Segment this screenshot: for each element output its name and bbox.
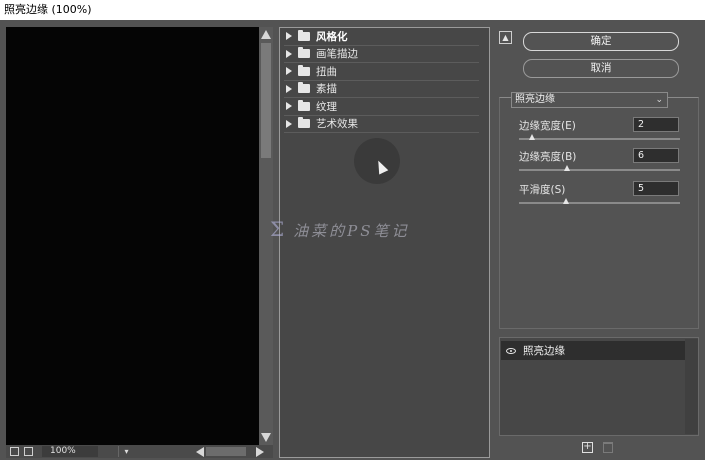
expand-triangle-icon[interactable] xyxy=(286,102,292,111)
ok-button[interactable]: 确定 xyxy=(523,32,679,51)
param-slider-thumb[interactable] xyxy=(564,165,571,171)
param-label: 平滑度(S) xyxy=(519,184,566,196)
gallery-category[interactable]: 纹理 xyxy=(284,98,479,116)
gallery-category-label: 画笔描边 xyxy=(316,48,358,61)
new-effect-layer-icon[interactable]: + xyxy=(582,442,593,453)
folder-icon xyxy=(298,47,310,59)
chevron-down-icon: ⌄ xyxy=(655,95,663,105)
watermark-text: 油菜的PS笔记 xyxy=(293,222,410,240)
cancel-button[interactable]: 取消 xyxy=(523,59,679,78)
filter-select[interactable]: 照亮边缘 ⌄ xyxy=(511,92,668,108)
gallery-category-label: 风格化 xyxy=(316,30,348,43)
scroll-thumb[interactable] xyxy=(261,43,271,158)
expand-triangle-icon[interactable] xyxy=(286,119,292,128)
effect-layer-row[interactable]: 照亮边缘 xyxy=(501,341,685,360)
collapse-gallery-button[interactable]: ▲ xyxy=(499,31,512,44)
param-value-input[interactable]: 2 xyxy=(633,117,679,132)
gallery-category-label: 扭曲 xyxy=(316,65,337,78)
folder-icon xyxy=(298,117,310,129)
folder-icon xyxy=(298,29,310,41)
scroll-up-icon[interactable] xyxy=(261,30,271,39)
chevron-down-icon[interactable]: ▾ xyxy=(118,446,134,457)
window-title: 照亮边缘 (100%) xyxy=(0,0,705,20)
gallery-category-label: 艺术效果 xyxy=(316,118,358,131)
param-slider-track[interactable] xyxy=(519,138,680,140)
scroll-left-icon[interactable] xyxy=(196,447,204,457)
expand-triangle-icon[interactable] xyxy=(286,84,292,93)
preview-canvas[interactable] xyxy=(6,27,259,445)
watermark-logo-icon: Σ xyxy=(270,217,288,241)
zoom-out-icon[interactable] xyxy=(10,447,19,456)
param-value-input[interactable]: 6 xyxy=(633,148,679,163)
scroll-down-icon[interactable] xyxy=(261,433,271,442)
expand-triangle-icon[interactable] xyxy=(286,49,292,58)
gallery-category[interactable]: 画笔描边 xyxy=(284,46,479,63)
folder-icon xyxy=(298,99,310,111)
layers-scrollbar[interactable] xyxy=(685,339,698,434)
param-slider-thumb[interactable] xyxy=(528,134,535,140)
gallery-category-label: 素描 xyxy=(316,83,337,96)
scroll-right-icon[interactable] xyxy=(256,447,264,457)
delete-layer-icon[interactable] xyxy=(603,442,613,453)
param-label: 边缘亮度(B) xyxy=(519,151,577,163)
horizontal-scroll-thumb[interactable] xyxy=(206,447,246,456)
gallery-category[interactable]: 风格化 xyxy=(284,28,479,46)
expand-triangle-icon[interactable] xyxy=(286,32,292,41)
param-value-input[interactable]: 5 xyxy=(633,181,679,196)
param-slider-track[interactable] xyxy=(519,202,680,204)
effect-layers-panel: 照亮边缘 xyxy=(499,337,699,436)
effect-layer-name: 照亮边缘 xyxy=(523,345,565,357)
gallery-category[interactable]: 艺术效果 xyxy=(284,116,479,133)
watermark: Σ 油菜的PS笔记 xyxy=(270,215,445,243)
category-list: 风格化画笔描边扭曲素描纹理艺术效果 xyxy=(280,28,489,133)
gallery-category[interactable]: 素描 xyxy=(284,81,479,98)
zoom-level-value: 100% xyxy=(50,446,76,456)
param-slider-track[interactable] xyxy=(519,169,680,171)
folder-icon xyxy=(298,64,310,76)
param-slider-thumb[interactable] xyxy=(562,198,569,204)
gallery-category-label: 纹理 xyxy=(316,100,337,113)
eye-icon[interactable] xyxy=(506,347,516,354)
preview-footer: 100% ▾ xyxy=(6,445,273,458)
expand-triangle-icon[interactable] xyxy=(286,67,292,76)
zoom-level-select[interactable]: 100% ▾ xyxy=(42,446,129,457)
param-label: 边缘宽度(E) xyxy=(519,120,576,132)
folder-icon xyxy=(298,82,310,94)
gallery-category[interactable]: 扭曲 xyxy=(284,63,479,81)
filter-select-value: 照亮边缘 xyxy=(515,94,555,105)
zoom-in-icon[interactable] xyxy=(24,447,33,456)
